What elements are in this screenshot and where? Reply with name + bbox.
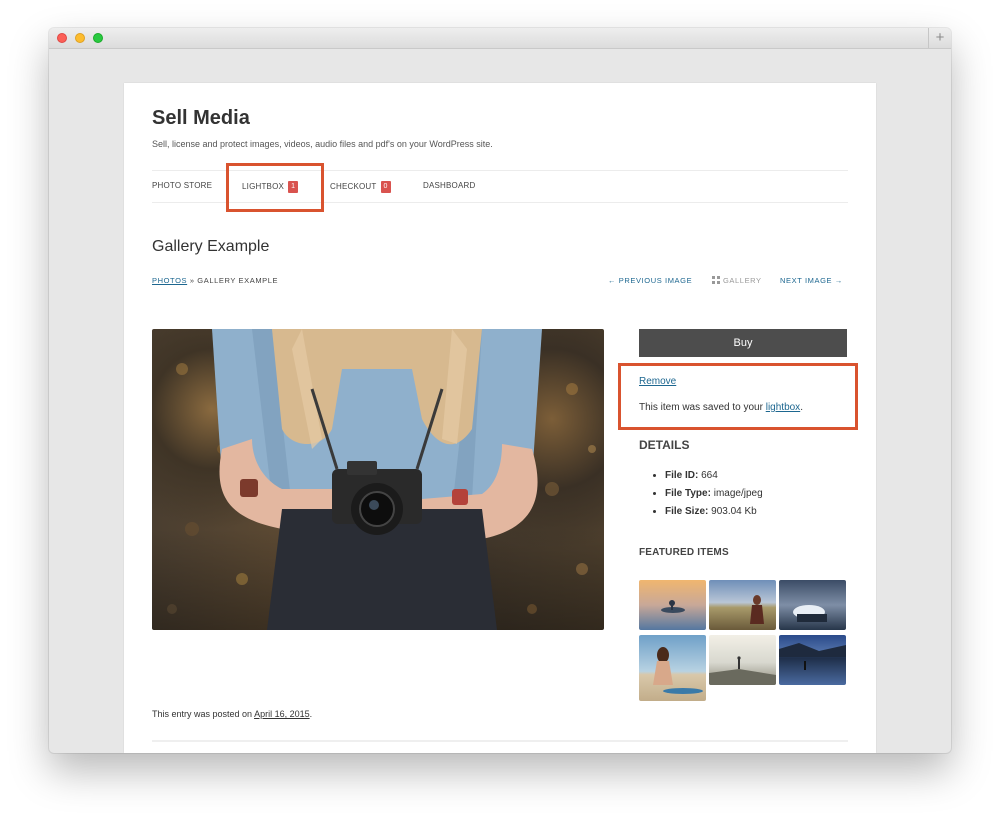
next-image-link[interactable]: NEXT IMAGE → [780,276,843,285]
featured-thumb-lake[interactable] [779,635,846,685]
featured-thumb-field-girl[interactable] [709,580,776,630]
footer-divider [152,740,848,742]
featured-thumb-beach-girl[interactable] [639,635,706,701]
gallery-link[interactable]: GALLERY [712,276,762,285]
page: Sell Media Sell, license and protect ima… [124,83,876,753]
waves-on-rocks-thumbnail [779,580,846,630]
breadcrumb-photos-link[interactable]: PHOTOS [152,276,187,285]
featured-items-heading: FEATURED ITEMS [639,547,729,558]
checkout-count-badge: 0 [380,181,391,193]
detail-file-id-label: File ID: [665,470,699,481]
nav-dashboard[interactable]: DASHBOARD [423,181,475,190]
main-photo[interactable] [152,329,604,630]
title-bar: + [49,28,951,49]
close-window-icon[interactable] [57,33,67,43]
post-meta-prefix: This entry was posted on [152,709,255,719]
lightbox-highlight-box [226,163,324,212]
grid-icon [712,276,720,284]
browser-window: + Sell Media Sell, license and protect i… [49,28,951,753]
girl-in-field-thumbnail [709,580,776,630]
breadcrumb: PHOTOS » GALLERY EXAMPLE [152,276,278,285]
gallery-label: GALLERY [723,276,762,285]
girl-on-beach-thumbnail [639,635,706,701]
entry-title: Gallery Example [152,238,270,255]
detail-file-size-value: 903.04 Kb [711,506,757,517]
lake-reflection-thumbnail [779,635,846,685]
nav-checkout-label: CHECKOUT [330,182,377,192]
breadcrumb-current: GALLERY EXAMPLE [197,276,279,285]
detail-file-type: File Type: image/jpeg [665,485,763,503]
detail-file-id: File ID: 664 [665,467,763,485]
minimize-window-icon[interactable] [75,33,85,43]
figure-on-coast-thumbnail [709,635,776,685]
detail-file-size: File Size: 903.04 Kb [665,503,763,521]
post-meta-suffix: . [309,709,313,719]
zoom-window-icon[interactable] [93,33,103,43]
post-meta: This entry was posted on April 16, 2015. [152,709,312,719]
detail-file-id-value: 664 [701,470,718,481]
details-list: File ID: 664 File Type: image/jpeg File … [639,467,763,521]
site-tagline: Sell, license and protect images, videos… [152,139,493,149]
post-date-link[interactable]: April 16, 2015 [254,709,310,719]
featured-thumb-coast-figure[interactable] [709,635,776,685]
island-at-sunset-thumbnail [639,580,706,630]
detail-file-type-label: File Type: [665,488,711,499]
nav-photo-store[interactable]: PHOTO STORE [152,181,212,190]
details-heading: DETAILS [639,438,690,452]
nav-checkout[interactable]: CHECKOUT 0 [330,181,391,193]
previous-image-link[interactable]: ← PREVIOUS IMAGE [608,276,692,285]
detail-file-type-value: image/jpeg [713,488,763,499]
featured-thumb-island[interactable] [639,580,706,630]
breadcrumb-separator: » [189,276,195,285]
detail-file-size-label: File Size: [665,506,709,517]
saved-message-highlight-box [618,363,858,430]
site-title[interactable]: Sell Media [152,107,250,130]
woman-with-camera-illustration [167,329,596,630]
buy-button[interactable]: Buy [639,329,847,357]
featured-thumb-waves[interactable] [779,580,846,630]
new-tab-plus-icon[interactable]: + [928,28,951,48]
